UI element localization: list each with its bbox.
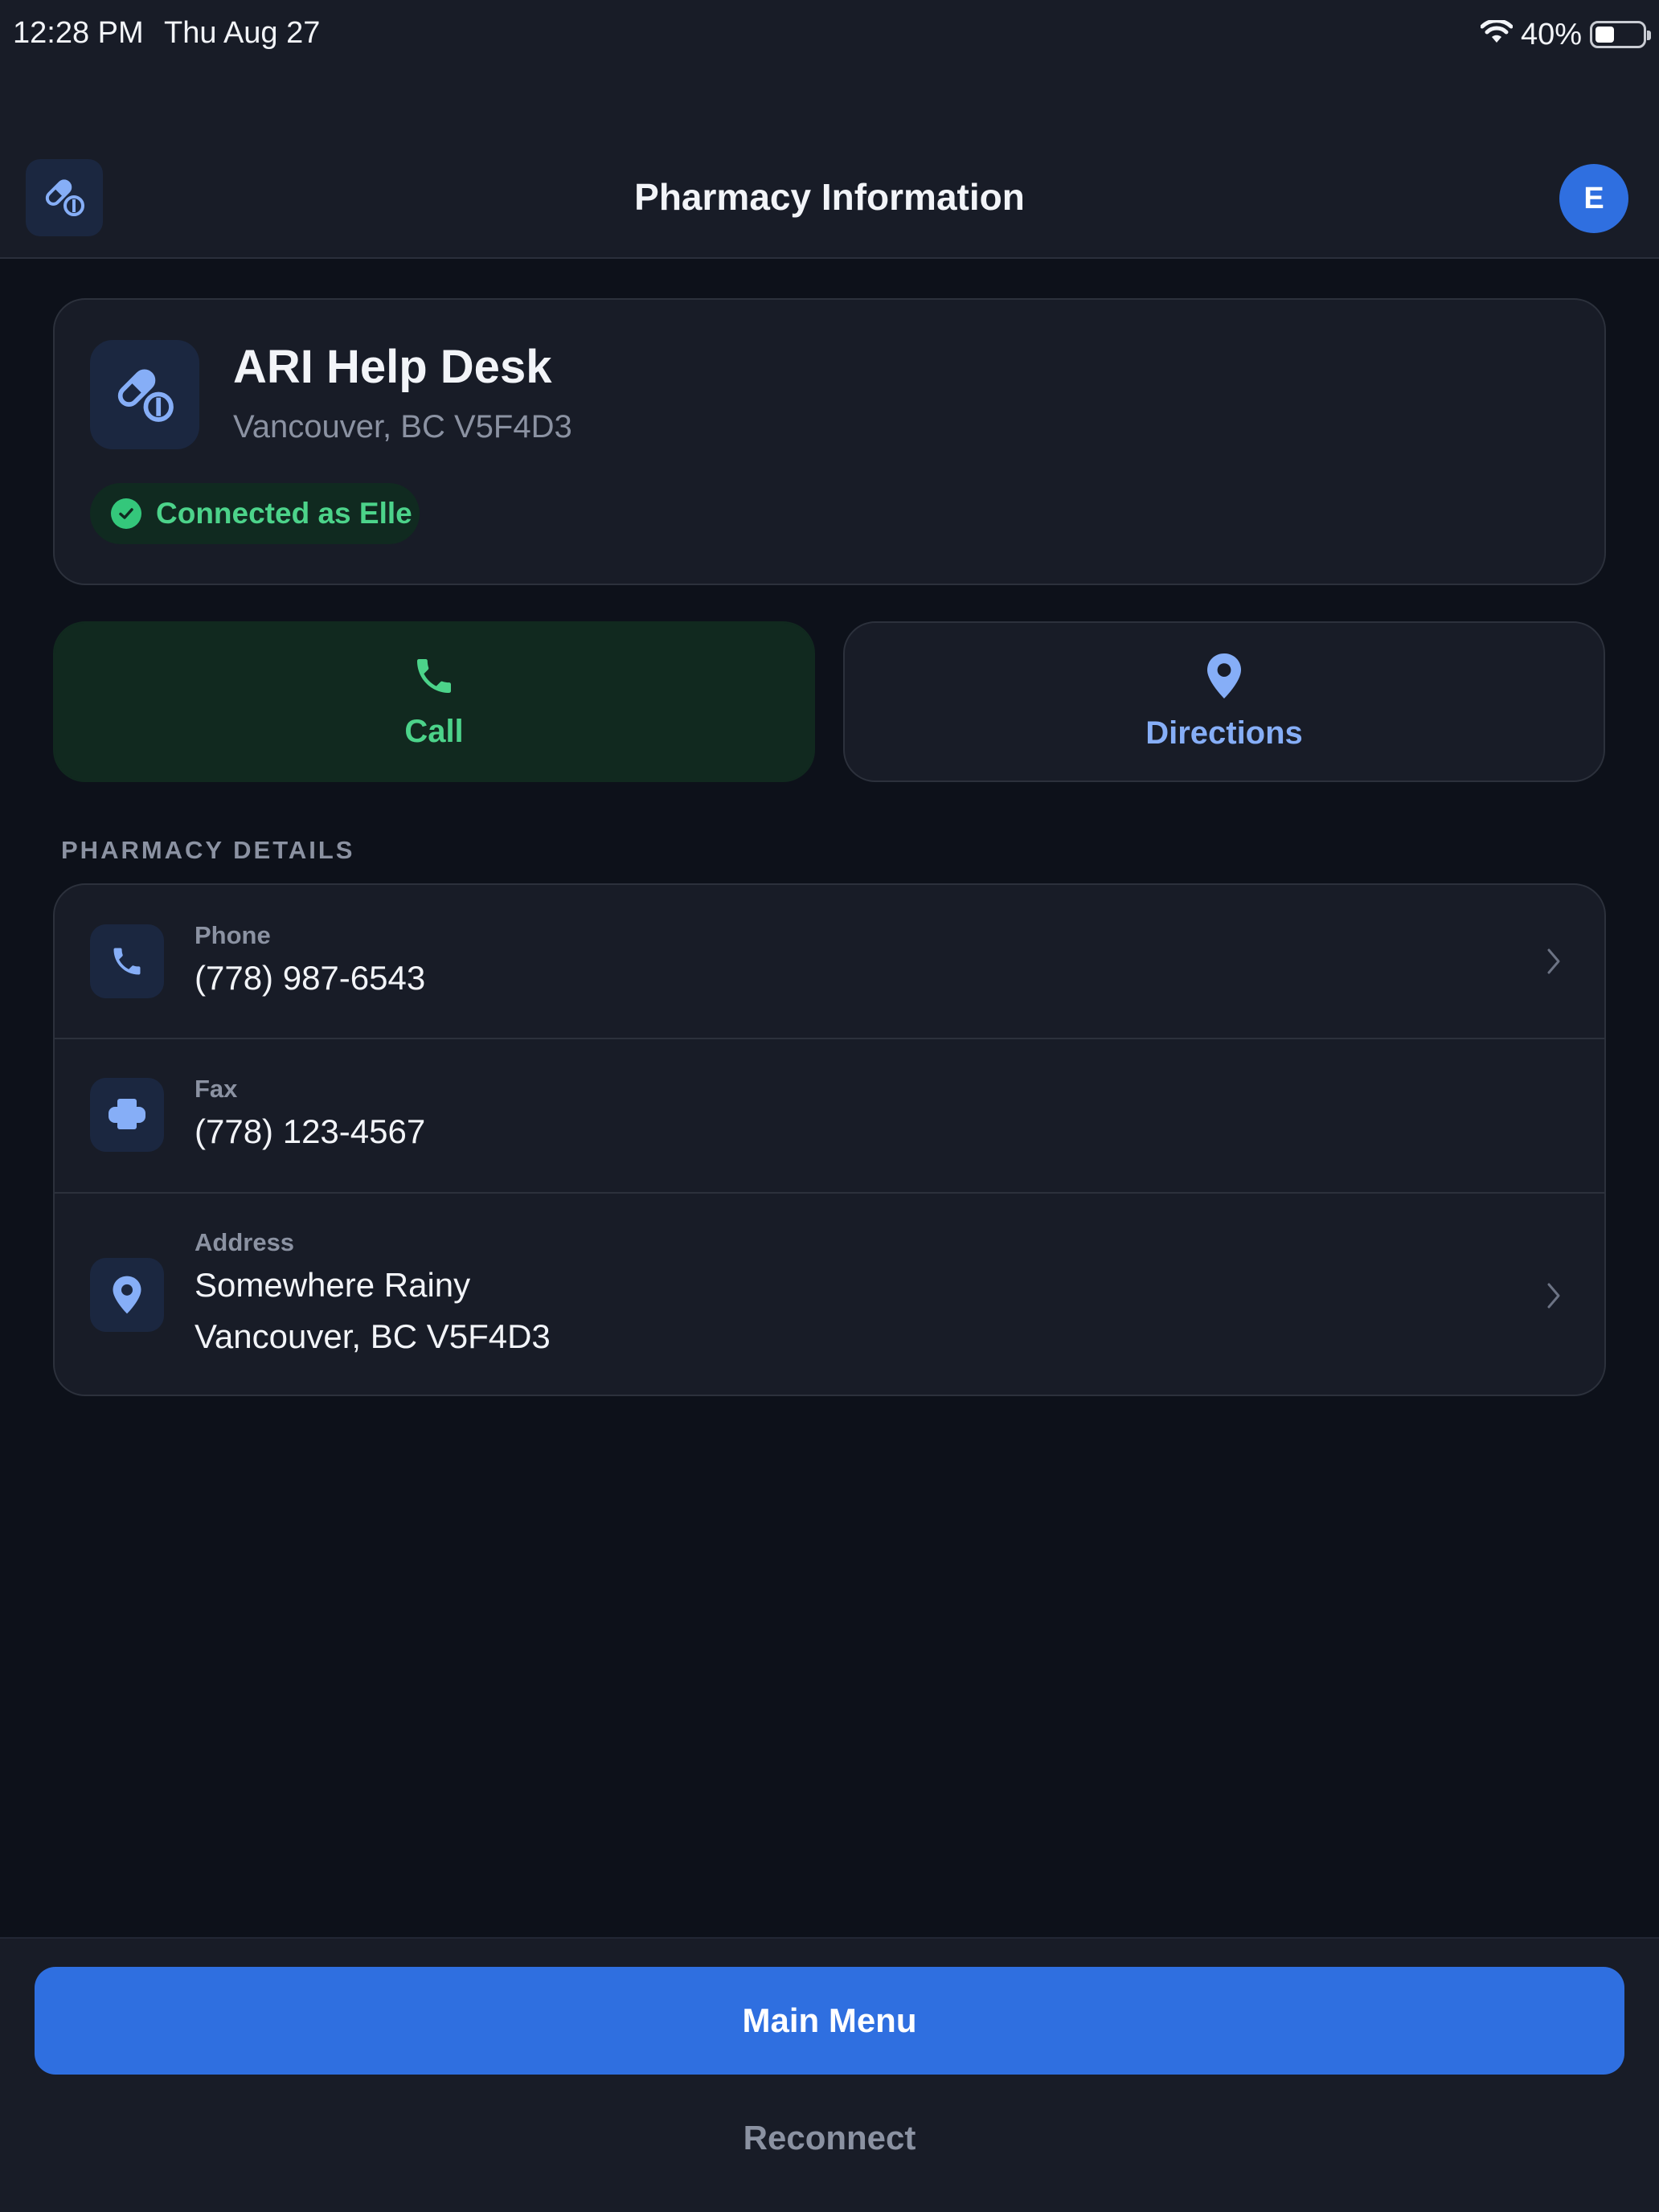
battery-fill bbox=[1596, 27, 1615, 43]
chevron-right-icon bbox=[1547, 948, 1560, 974]
status-bar: 12:28 PM Thu Aug 27 40% bbox=[0, 0, 1659, 72]
pharmacy-logo bbox=[90, 340, 199, 449]
directions-label: Directions bbox=[1145, 715, 1303, 751]
phone-icon bbox=[412, 653, 457, 703]
chevron-right-icon bbox=[1547, 1283, 1560, 1309]
list-item-phone[interactable]: Phone (778) 987-6543 bbox=[55, 885, 1604, 1038]
pharmacy-details-list: Phone (778) 987-6543 Fax (778) 123-4567 … bbox=[53, 883, 1606, 1396]
map-pin-icon bbox=[90, 1258, 164, 1332]
section-header: PHARMACY DETAILS bbox=[61, 836, 355, 864]
phone-label: Phone bbox=[195, 921, 271, 949]
fax-value: (778) 123-4567 bbox=[195, 1112, 426, 1150]
map-pin-icon bbox=[1204, 652, 1244, 704]
pharmacy-location: Vancouver, BC V5F4D3 bbox=[233, 409, 572, 444]
check-circle-icon bbox=[111, 498, 141, 529]
list-item-fax: Fax (778) 123-4567 bbox=[55, 1038, 1604, 1192]
list-item-address[interactable]: Address Somewhere Rainy Vancouver, BC V5… bbox=[55, 1192, 1604, 1395]
avatar[interactable]: E bbox=[1559, 164, 1628, 233]
bottom-bar: Main Menu Reconnect bbox=[0, 1937, 1659, 2212]
main-menu-button[interactable]: Main Menu bbox=[35, 1967, 1624, 2075]
address-line-1: Somewhere Rainy bbox=[195, 1266, 471, 1304]
call-label: Call bbox=[404, 714, 464, 749]
wifi-icon bbox=[1480, 18, 1514, 50]
status-date: Thu Aug 27 bbox=[164, 16, 321, 50]
status-time: 12:28 PM bbox=[13, 16, 144, 50]
fax-label: Fax bbox=[195, 1075, 238, 1103]
phone-icon bbox=[90, 924, 164, 998]
page-title: Pharmacy Information bbox=[634, 176, 1025, 218]
nav-bar: Pharmacy Information E bbox=[0, 72, 1659, 259]
pills-icon bbox=[110, 358, 179, 432]
printer-icon bbox=[90, 1078, 164, 1152]
address-line-2: Vancouver, BC V5F4D3 bbox=[195, 1317, 551, 1355]
connection-status-badge: Connected as Elle bbox=[90, 483, 420, 544]
reconnect-button[interactable]: Reconnect bbox=[0, 2119, 1659, 2157]
address-label: Address bbox=[195, 1228, 295, 1256]
connection-status-label: Connected as Elle bbox=[156, 497, 412, 530]
call-button[interactable]: Call bbox=[53, 621, 815, 782]
pharmacy-card: ARI Help Desk Vancouver, BC V5F4D3 Conne… bbox=[53, 298, 1606, 585]
status-right: 40% bbox=[1480, 16, 1651, 53]
battery-icon bbox=[1590, 21, 1651, 48]
battery-percent: 40% bbox=[1520, 17, 1582, 51]
pharmacy-name: ARI Help Desk bbox=[233, 341, 552, 393]
phone-value: (778) 987-6543 bbox=[195, 959, 426, 997]
directions-button[interactable]: Directions bbox=[843, 621, 1605, 782]
